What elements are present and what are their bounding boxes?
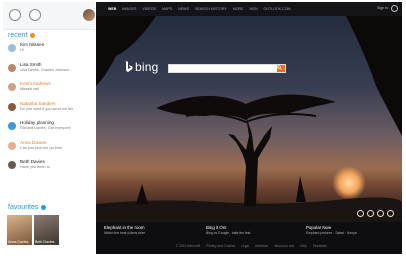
hero-controls: [357, 210, 394, 217]
recent-list: Kim Nilssen Hi Lisa Smith Lisa Deeks, Char…: [3, 41, 95, 178]
favourites-title: favourites: [8, 204, 39, 211]
search-icon: [277, 65, 282, 70]
previous-icon[interactable]: [377, 210, 384, 217]
bing-nav-bar: WEB IMAGES VIDEOS MAPS NEWS SEARCH HISTO…: [96, 2, 402, 16]
nav-web[interactable]: WEB: [108, 7, 116, 11]
search-icon[interactable]: [29, 9, 41, 21]
gear-icon[interactable]: [391, 5, 398, 12]
avatar: [8, 63, 16, 72]
recent-item[interactable]: Anna Davies Can you pick me up from: [3, 139, 95, 159]
panel-title: Elephant in the room: [104, 225, 145, 230]
browser-pane: WEB IMAGES VIDEOS MAPS NEWS SEARCH HISTO…: [96, 2, 402, 254]
skype-sidebar: recent Kim Nilssen Hi Lisa Smith Lisa Deek…: [3, 2, 95, 254]
nav-msn[interactable]: MSN: [250, 7, 258, 11]
recent-item[interactable]: Beth Davies Have you been to: [3, 158, 95, 178]
sidebar-header: [3, 2, 95, 30]
recent-item[interactable]: Holiday planning Richard Davies: Got ever…: [3, 119, 95, 139]
nav-images[interactable]: IMAGES: [122, 7, 136, 11]
panel-bing-it-on[interactable]: Bing it On! Bing vs Google - take the te…: [206, 225, 250, 235]
avatar: [8, 83, 16, 91]
last-message: Do you mind if you send me the: [20, 106, 74, 111]
last-message: Have you been to: [20, 165, 50, 169]
bing-logo: bing: [125, 60, 159, 74]
favourite-tile[interactable]: Anna Davies: [7, 215, 32, 245]
bing-wordmark: bing: [135, 60, 159, 74]
avatar: [8, 161, 16, 169]
group-icon: [8, 122, 16, 130]
panel-subtitle: Bing vs Google - take the test: [206, 231, 251, 235]
favourite-name: Beth Davies: [35, 240, 55, 244]
recent-item[interactable]: Lisa Smith Lisa Deeks, Charles Johnson...: [3, 61, 95, 81]
nav-videos[interactable]: VIDEOS: [142, 7, 156, 11]
last-message: Hi: [20, 48, 24, 52]
recent-badge-icon: [30, 33, 36, 38]
last-message: Richard Davies: Got everyone: [20, 126, 71, 130]
favourites-row: Anna Davies Beth Davies: [3, 213, 95, 247]
recent-header: recent: [3, 30, 95, 41]
hotspot-panels: Elephant in the room Watch the best vide…: [96, 222, 402, 254]
app-window: recent Kim Nilssen Hi Lisa Smith Lisa Deek…: [0, 0, 406, 256]
bing-logo-icon: [126, 61, 133, 72]
footer-help-link[interactable]: Help: [300, 244, 307, 248]
panel-title: Bing it On!: [206, 225, 227, 230]
footer-about-ads-link[interactable]: About our ads: [274, 244, 294, 248]
tree-silhouette: [96, 16, 402, 222]
search-button[interactable]: [277, 65, 285, 72]
footer-legal-link[interactable]: Legal: [241, 244, 249, 248]
nav-search-history[interactable]: SEARCH HISTORY: [195, 7, 227, 11]
favourite-tile[interactable]: Beth Davies: [34, 215, 59, 245]
call-icon[interactable]: [9, 9, 21, 21]
last-message: Missed call: [20, 87, 39, 91]
footer-advertise-link[interactable]: Advertise: [255, 244, 268, 248]
next-icon[interactable]: [387, 210, 394, 217]
panel-subtitle: Watch the best videos here: [104, 231, 145, 235]
nav-outlook[interactable]: OUTLOOK.COM: [264, 7, 291, 11]
recent-item[interactable]: Kim Nilssen Hi: [3, 41, 95, 61]
nav-news[interactable]: NEWS: [178, 7, 189, 11]
last-message: Can you pick me up from: [20, 145, 63, 150]
avatar: [8, 102, 16, 111]
favourites-header: favourites: [3, 202, 95, 213]
footer-copyright: © 2013 Microsoft: [176, 244, 201, 248]
avatar: [8, 141, 16, 150]
recent-title: recent: [8, 32, 28, 39]
nav-maps[interactable]: MAPS: [162, 7, 172, 11]
user-avatar[interactable]: [83, 9, 95, 21]
nav-more[interactable]: MORE: [233, 7, 244, 11]
footer-feedback-link[interactable]: Feedback: [313, 244, 327, 248]
sign-in-link[interactable]: Sign in: [377, 6, 388, 10]
share-icon[interactable]: [367, 210, 374, 217]
info-icon[interactable]: [357, 210, 364, 217]
footer-links: © 2013 Microsoft Privacy and Cookies Leg…: [176, 244, 327, 248]
favourites-badge-icon: [41, 205, 47, 210]
panel-title: Popular Now: [306, 225, 332, 230]
favourites-section: favourites Anna Davies Beth Davies: [3, 202, 95, 247]
footer-privacy-link[interactable]: Privacy and Cookies: [206, 244, 235, 248]
favourite-name: Anna Davies: [8, 240, 29, 244]
avatar: [8, 44, 16, 52]
last-message: Lisa Deeks, Charles Johnson...: [20, 67, 73, 72]
search-input[interactable]: [168, 64, 286, 73]
panel-elephant[interactable]: Elephant in the room Watch the best vide…: [104, 225, 145, 235]
panel-subtitle: Elephant pictures · Safari · Kenya: [306, 231, 357, 235]
hero-image: bing: [96, 16, 402, 222]
panel-popular-now[interactable]: Popular Now Elephant pictures · Safari ·…: [306, 225, 357, 235]
recent-item[interactable]: Natasha Sanders Do you mind if you send m…: [3, 100, 95, 120]
recent-item[interactable]: Kenni Andrews Missed call: [3, 80, 95, 100]
